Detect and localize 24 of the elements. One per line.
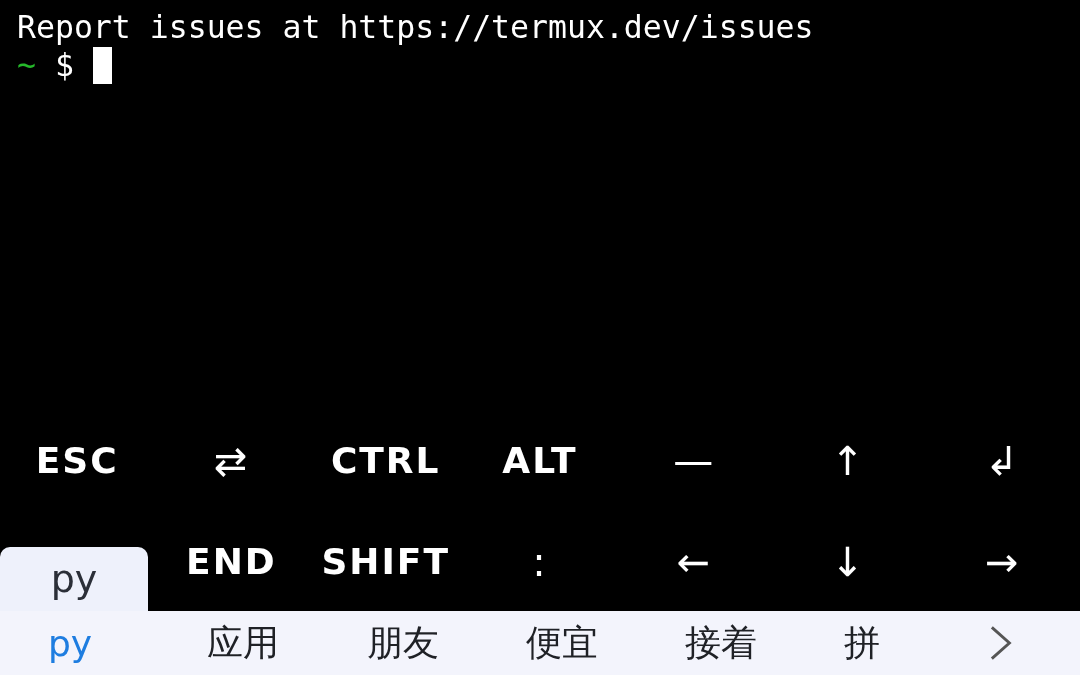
extra-key[interactable]: : [462,511,618,612]
extra-key[interactable]: ESC [0,410,155,511]
extra-key[interactable]: ALT [462,410,618,511]
candidate-word[interactable]: py [30,622,190,664]
extra-key[interactable]: SHIFT [308,511,463,612]
prompt-tilde: ~ [17,46,36,84]
extra-key[interactable]: ↓ [771,511,926,612]
terminal-line: Report issues at https://termux.dev/issues [17,8,814,46]
extra-key[interactable]: → [925,511,1080,612]
extra-key[interactable]: ↑ [771,410,926,511]
extra-key[interactable]: ↲ [925,410,1080,511]
extra-key[interactable]: CTRL [308,410,463,511]
candidate-word[interactable]: 应用 [189,618,349,668]
prompt-sign: $ [54,46,74,84]
candidate-word[interactable]: 朋友 [348,618,508,668]
ime-key-popup: py [0,547,148,611]
candidate-word[interactable]: 接着 [667,618,827,668]
cursor [92,46,112,84]
candidate-word[interactable]: 便宜 [507,618,668,668]
extra-key[interactable]: ⇄ [154,410,309,511]
extra-key[interactable]: — [617,410,772,511]
candidate-word[interactable]: 拼 [826,618,986,668]
extra-key[interactable]: ← [617,511,772,612]
extra-key[interactable]: END [154,511,309,612]
